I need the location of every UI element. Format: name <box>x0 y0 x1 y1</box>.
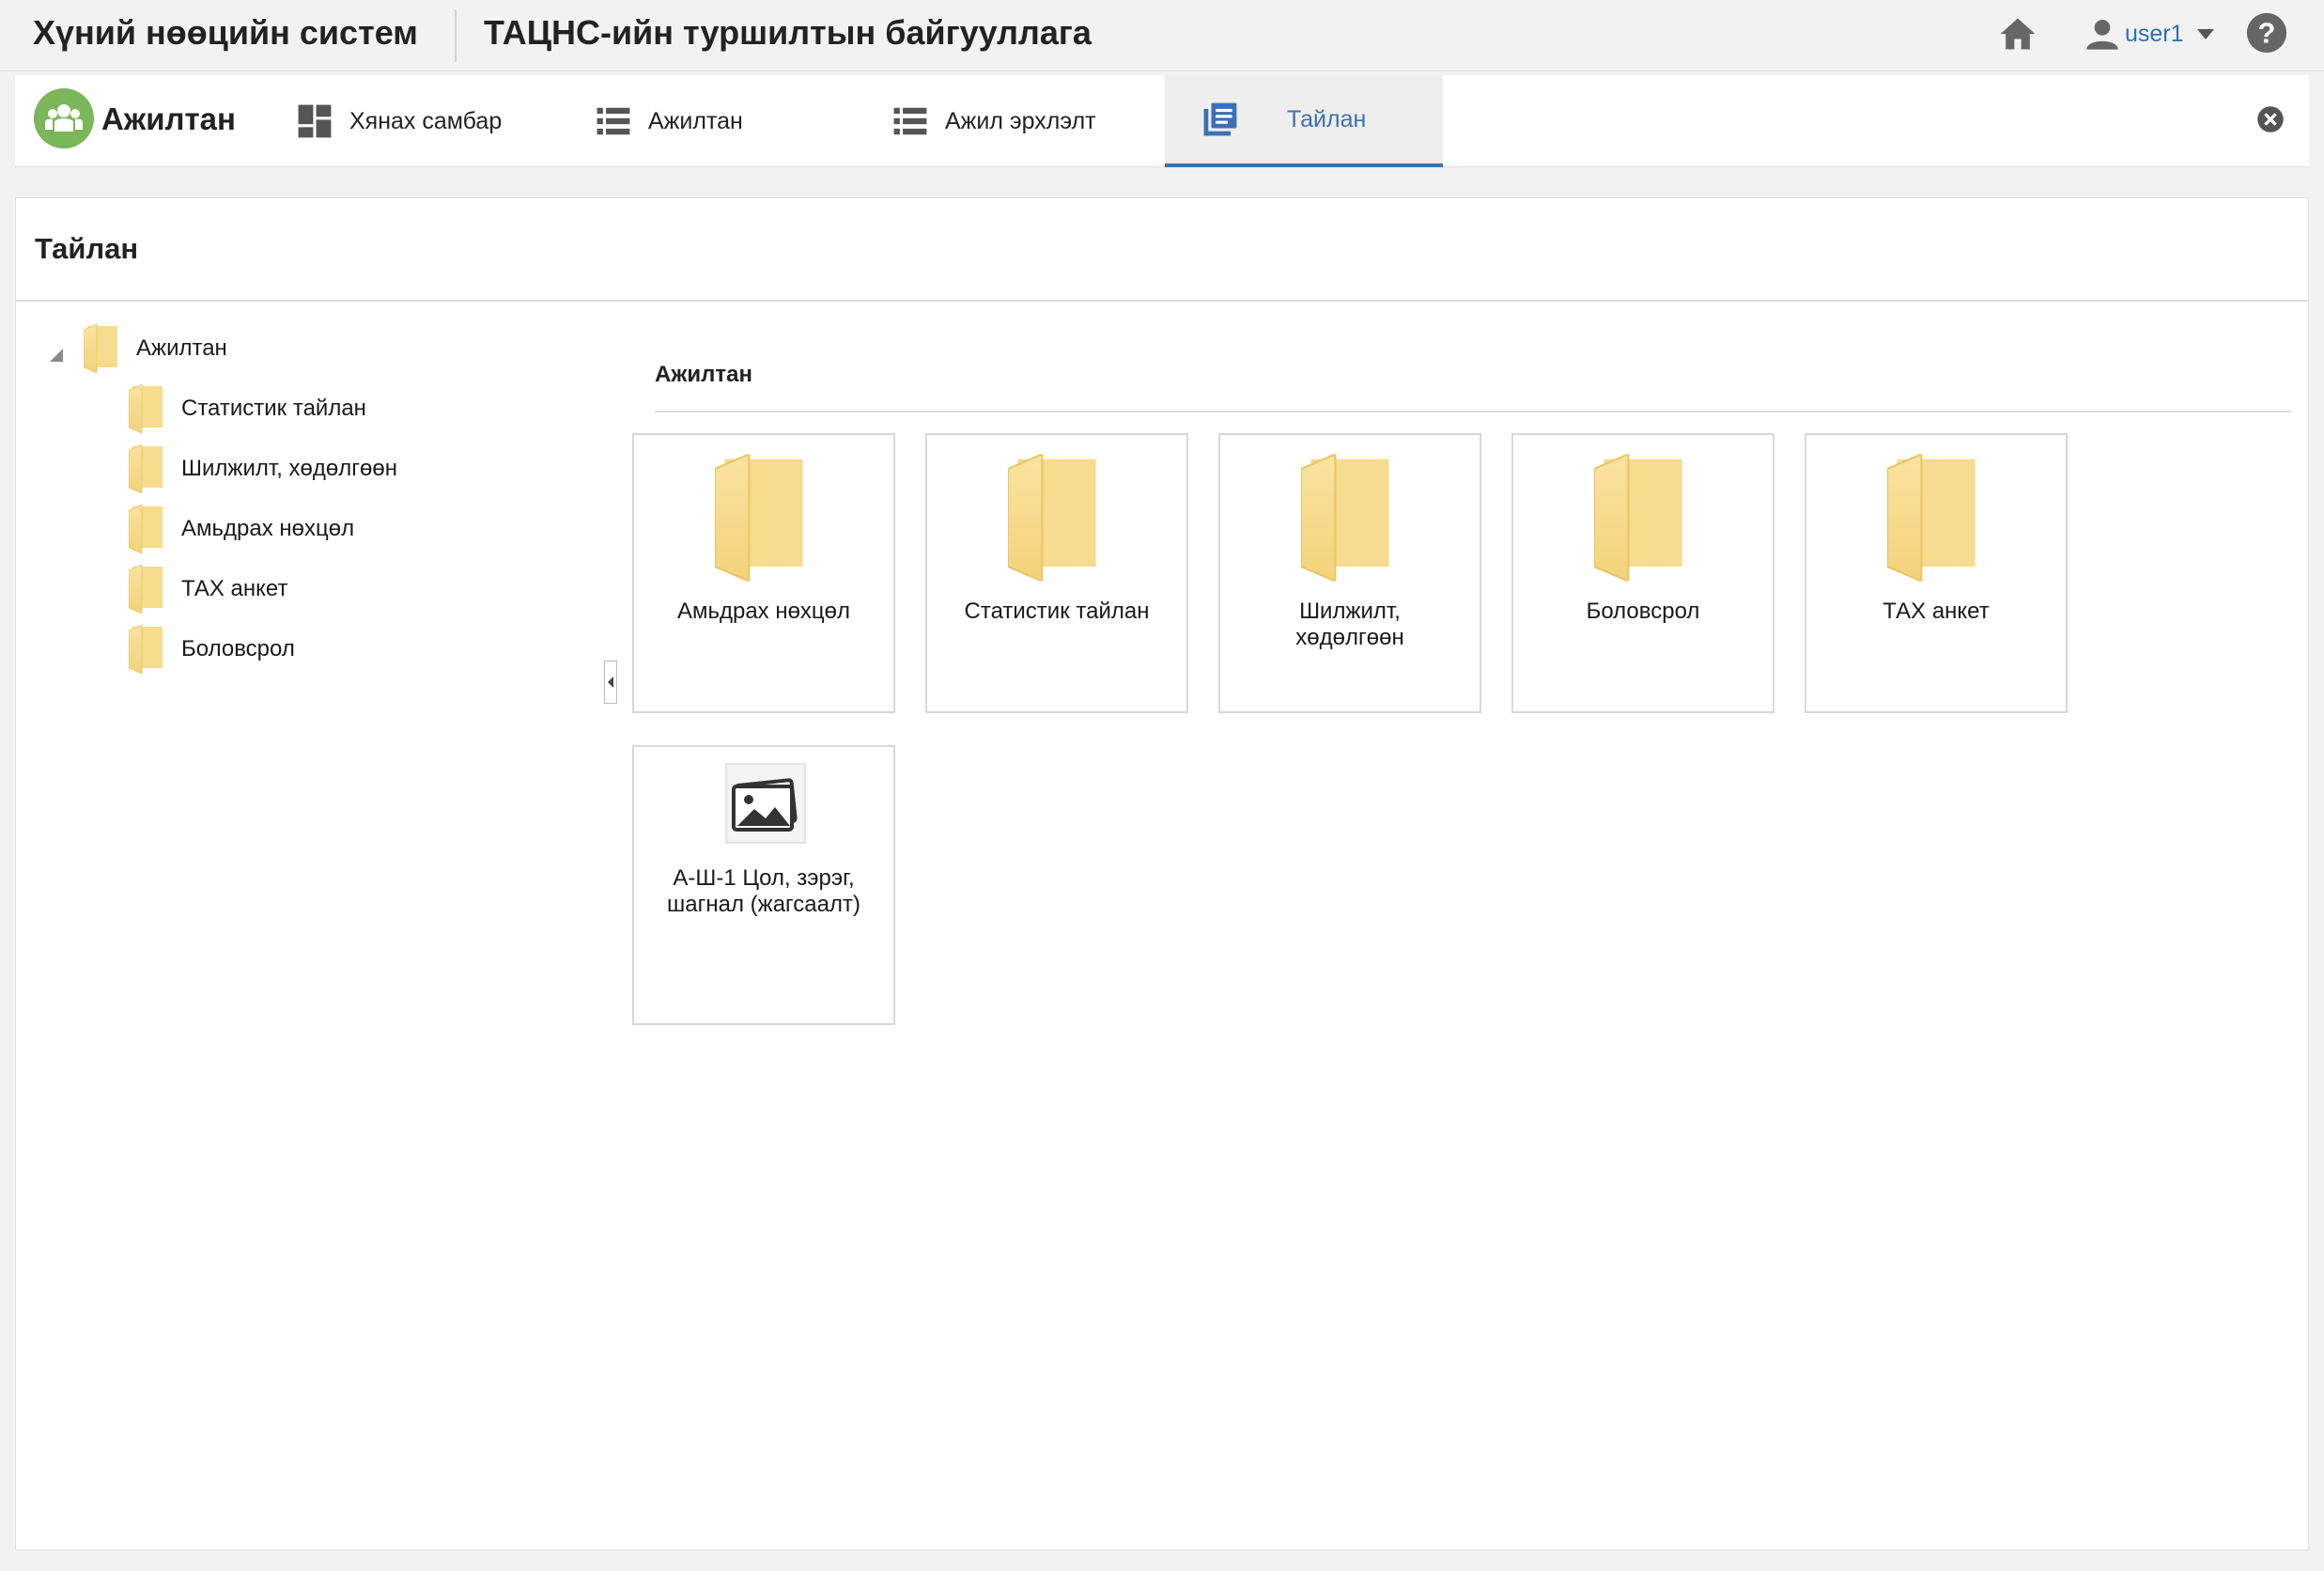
tree-item-label: Ажилтан <box>136 335 227 361</box>
folder-tile-transfer[interactable]: Шилжилт, хөдөлгөөн <box>1218 433 1481 713</box>
folder-tile-tax-form[interactable]: ТАХ анкет <box>1805 433 2068 713</box>
tree-item-label: ТАХ анкет <box>181 576 288 601</box>
tree-item-education[interactable]: Боловсрол <box>129 625 295 674</box>
folder-icon <box>1594 452 1692 583</box>
tree-item-label: Шилжилт, хөдөлгөөн <box>181 456 397 481</box>
user-icon <box>2086 20 2118 50</box>
page-title: Тайлан <box>35 232 139 265</box>
tree-item-statistics[interactable]: Статистик тайлан <box>129 384 366 433</box>
folder-icon <box>715 452 813 583</box>
folder-icon <box>129 505 166 553</box>
folder-icon <box>1008 452 1106 583</box>
tree-root-employee[interactable]: Ажилтан <box>84 324 227 373</box>
folder-icon <box>84 324 121 373</box>
folder-icon <box>129 384 166 433</box>
svg-text:?: ? <box>2258 18 2276 50</box>
organization-title: ТАЦНС-ийн туршилтын байгууллага <box>484 13 1092 52</box>
home-icon[interactable] <box>1997 13 2038 54</box>
chevron-left-icon <box>608 677 613 688</box>
list-icon <box>596 107 630 135</box>
folder-icon <box>129 565 166 614</box>
tree-item-tax-form[interactable]: ТАХ анкет <box>129 565 287 614</box>
section-divider <box>655 411 2291 412</box>
tile-label: А-Ш-1 Цол, зэрэг, шагнал (жагсаалт) <box>667 865 860 917</box>
module-nav: Ажилтан Хянах самбар Ажилтан Ажил эрхлэл… <box>15 75 2309 167</box>
tab-label: Ажилтан <box>648 107 743 134</box>
tab-dashboard[interactable]: Хянах самбар <box>297 75 502 167</box>
module-name: Ажилтан <box>101 101 236 136</box>
tab-report[interactable]: Тайлан <box>1165 75 1443 167</box>
tile-label: ТАХ анкет <box>1882 599 1990 624</box>
list-icon <box>893 107 927 135</box>
report-panel: Тайлан Ажилтан Статистик тайлан Шилжилт,… <box>15 197 2309 1550</box>
folder-icon <box>1887 452 1985 583</box>
close-icon[interactable] <box>2256 105 2285 133</box>
folder-icon <box>129 444 166 493</box>
folder-icon <box>129 625 166 674</box>
tab-label: Ажил эрхлэлт <box>945 107 1096 134</box>
tree-item-living-conditions[interactable]: Амьдрах нөхцөл <box>129 505 354 553</box>
folder-icon <box>1301 452 1399 583</box>
module-logo-icon <box>34 88 94 148</box>
user-menu[interactable]: user1 <box>2084 13 2214 54</box>
section-title: Ажилтан <box>655 362 752 387</box>
tree-item-label: Боловсрол <box>181 636 295 661</box>
image-report-icon <box>725 763 806 844</box>
tab-label: Хянах самбар <box>349 107 503 134</box>
report-icon <box>1203 102 1237 136</box>
report-tile[interactable]: А-Ш-1 Цол, зэрэг, шагнал (жагсаалт) <box>632 745 895 1025</box>
panel-splitter[interactable] <box>604 661 617 704</box>
tree-collapse-icon[interactable] <box>50 349 63 362</box>
tree-item-transfer[interactable]: Шилжилт, хөдөлгөөн <box>129 444 397 493</box>
top-bar: Хүний нөөцийн систем ТАЦНС-ийн туршилтын… <box>0 0 2324 71</box>
tab-employee[interactable]: Ажилтан <box>596 75 743 167</box>
tile-label: Амьдрах нөхцөл <box>676 599 851 624</box>
tile-label: Статистик тайлан <box>964 599 1150 624</box>
tile-label: Боловсрол <box>1586 599 1700 624</box>
folder-tile-statistics[interactable]: Статистик тайлан <box>925 433 1188 713</box>
app-title: Хүний нөөцийн систем <box>33 13 418 52</box>
folder-tile-education[interactable]: Боловсрол <box>1511 433 1774 713</box>
divider <box>16 300 2308 302</box>
help-icon[interactable]: ? <box>2245 11 2288 54</box>
tab-employment[interactable]: Ажил эрхлэлт <box>892 75 1096 167</box>
folder-tile-living-conditions[interactable]: Амьдрах нөхцөл <box>632 433 895 713</box>
user-name: user1 <box>2125 20 2184 47</box>
tree-item-label: Амьдрах нөхцөл <box>181 516 355 541</box>
header-divider <box>455 9 457 62</box>
tab-label: Тайлан <box>1287 105 1367 132</box>
chevron-down-icon <box>2196 28 2214 39</box>
tree-item-label: Статистик тайлан <box>181 396 366 421</box>
dashboard-icon <box>298 104 332 138</box>
tile-label: Шилжилт, хөдөлгөөн <box>1295 599 1404 650</box>
